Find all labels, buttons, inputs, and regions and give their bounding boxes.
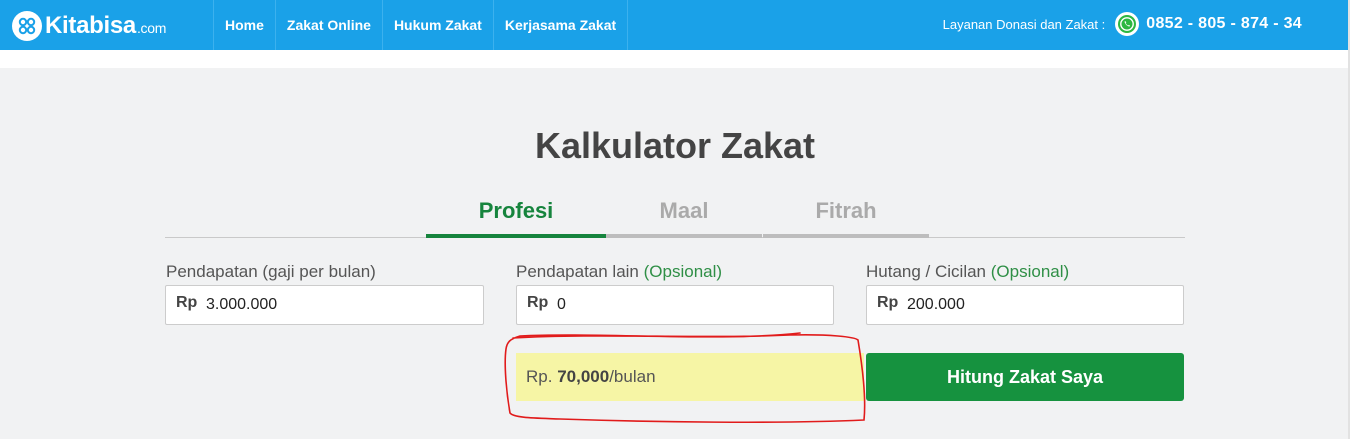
nav-zakat-online[interactable]: Zakat Online [274,0,382,50]
contact-info: Layanan Donasi dan Zakat : 0852 - 805 - … [943,12,1302,36]
nav-home[interactable]: Home [213,0,275,50]
currency-prefix: Rp [176,294,198,311]
main-nav: Home Zakat Online Hukum Zakat Kerjasama … [213,0,629,50]
pendapatan-input[interactable] [206,286,456,324]
optional-tag: (Opsional) [643,262,723,281]
tab-maal-label: Maal [659,198,709,223]
top-navbar: Kitabisa.com Home Zakat Online Hukum Zak… [0,0,1348,50]
hutang-input[interactable] [907,286,1157,324]
kitabisa-logo[interactable]: Kitabisa.com [12,10,166,42]
tab-profesi-label: Profesi [478,198,554,223]
logo-name: Kitabisa [45,12,136,39]
nav-kerjasama-zakat[interactable]: Kerjasama Zakat [492,0,629,50]
optional-tag: (Opsional) [990,262,1070,281]
kitabisa-logo-icon [12,11,42,41]
logo-suffix: .com [136,20,167,36]
whatsapp-icon [1115,12,1140,36]
contact-phone[interactable]: 0852 - 805 - 874 - 34 [1146,15,1302,33]
tab-profesi[interactable]: Profesi [426,190,606,238]
tab-profesi-indicator [426,234,606,238]
currency-prefix: Rp [877,294,899,311]
hutang-label: Hutang / Cicilan (Opsional) [866,262,1069,282]
contact-label: Layanan Donasi dan Zakat : [942,16,1106,32]
hutang-label-text: Hutang / Cicilan [866,262,987,281]
zakat-result: Rp. 70,000/bulan [516,353,864,401]
tab-fitrah-label: Fitrah [815,198,877,223]
pendapatan-lain-input[interactable] [557,286,807,324]
pendapatan-label: Pendapatan (gaji per bulan) [166,262,376,282]
pendapatan-lain-label-text: Pendapatan lain [516,262,639,281]
zakat-type-tabs: Profesi Maal Fitrah [165,190,1185,238]
tab-fitrah[interactable]: Fitrah [763,190,929,238]
result-prefix: Rp. [526,367,553,386]
pendapatan-label-text: Pendapatan (gaji per bulan) [166,262,376,281]
result-suffix: /bulan [609,367,656,386]
logo-wordmark: Kitabisa.com [45,12,166,40]
pendapatan-field[interactable]: Rp [165,285,484,325]
tab-maal[interactable]: Maal [606,190,762,238]
hitung-zakat-button[interactable]: Hitung Zakat Saya [866,353,1184,401]
pendapatan-lain-field[interactable]: Rp [516,285,834,325]
header-spacer [0,50,1348,68]
currency-prefix: Rp [527,294,549,311]
page-title: Kalkulator Zakat [534,125,816,166]
pendapatan-lain-label: Pendapatan lain (Opsional) [516,262,722,282]
result-amount: 70,000 [557,367,610,386]
nav-hukum-zakat[interactable]: Hukum Zakat [381,0,493,50]
hutang-field[interactable]: Rp [866,285,1184,325]
tab-maal-indicator [606,234,762,238]
tab-fitrah-indicator [763,234,929,238]
